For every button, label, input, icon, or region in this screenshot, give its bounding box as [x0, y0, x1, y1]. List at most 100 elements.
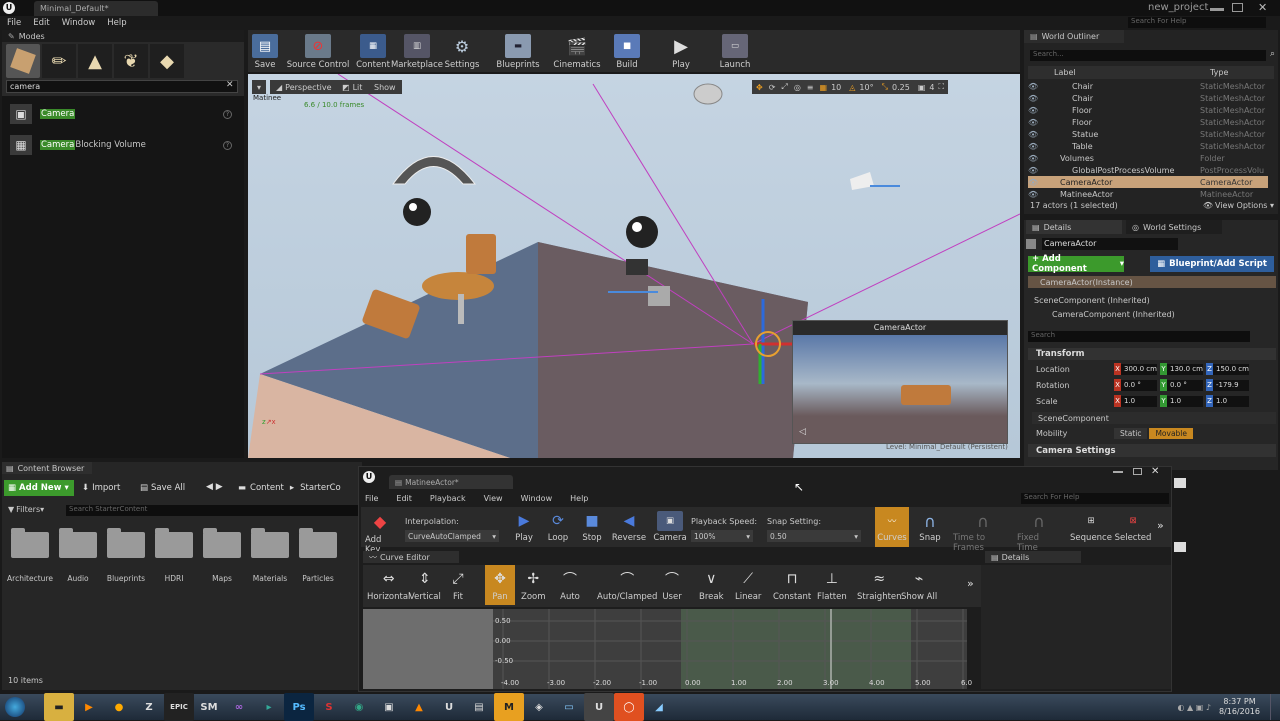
launch-button[interactable]: ▭ Launch: [718, 34, 752, 70]
outliner-row[interactable]: 👁 Volumes Folder: [1028, 152, 1268, 164]
location-z[interactable]: 150.0 cm: [1213, 363, 1249, 375]
matinee-close-button[interactable]: ✕: [1151, 466, 1159, 477]
matinee-menu-edit[interactable]: Edit: [396, 494, 412, 503]
camera-speed-icon[interactable]: ▣: [918, 83, 926, 92]
crumb-content[interactable]: Content: [250, 483, 284, 493]
snap-setting-select[interactable]: 0.50 ▾: [767, 530, 861, 542]
actor-name-input[interactable]: CameraActor: [1042, 238, 1178, 250]
curve-tool-show-all[interactable]: ⌁ Show All: [901, 565, 937, 605]
col-label[interactable]: Label: [1054, 68, 1210, 77]
level-tab[interactable]: Minimal_Default*: [34, 1, 158, 16]
scale-snap-value[interactable]: 0.25: [892, 83, 910, 92]
curve-tool-break[interactable]: ∨ Break: [699, 565, 724, 605]
sm-icon[interactable]: SM: [194, 693, 224, 721]
viewport-options-button[interactable]: ▾: [252, 80, 266, 94]
folder-item[interactable]: Materials: [246, 528, 294, 583]
outliner-row[interactable]: 👁 Chair StaticMeshActor: [1028, 80, 1268, 92]
more-curve-tools-icon[interactable]: »: [967, 577, 974, 590]
location-y[interactable]: 130.0 cm: [1167, 363, 1203, 375]
static-button[interactable]: Static: [1114, 427, 1148, 439]
import-button[interactable]: ⬇ Import: [82, 480, 120, 496]
transform-header[interactable]: Transform: [1028, 348, 1276, 360]
outliner-row[interactable]: 👁 Floor StaticMeshActor: [1028, 104, 1268, 116]
more-tools-icon[interactable]: »: [1157, 519, 1164, 532]
scale-y[interactable]: 1.0: [1167, 395, 1203, 407]
start-button[interactable]: [0, 694, 30, 720]
menu-window[interactable]: Window: [62, 18, 96, 28]
curve-tool-horizontal[interactable]: ⇔ Horizontal: [367, 565, 410, 605]
rotation-y[interactable]: 0.0 °: [1167, 379, 1203, 391]
visual-studio-icon[interactable]: ∞: [224, 693, 254, 721]
outliner-tab[interactable]: ▤ World Outliner: [1024, 30, 1124, 43]
m-app-icon[interactable]: M: [494, 693, 524, 721]
loop-button[interactable]: ⟳ Loop: [543, 511, 573, 543]
paint-mode-icon[interactable]: ✏: [42, 44, 76, 78]
clear-search-icon[interactable]: ✕: [226, 80, 234, 90]
visibility-eye-icon[interactable]: 👁: [1028, 142, 1038, 151]
selected-button[interactable]: ⊠ Selected: [1115, 511, 1152, 543]
surface-snap-icon[interactable]: ≡: [807, 83, 814, 92]
content-search-input[interactable]: Search StarterContent: [66, 505, 360, 516]
playback-speed-select[interactable]: 100% ▾: [691, 530, 753, 542]
rotate-icon[interactable]: ⟳: [769, 83, 776, 92]
maximize-button[interactable]: [1232, 3, 1243, 12]
sequence-button[interactable]: ⊞ Sequence: [1070, 511, 1112, 543]
lit-button[interactable]: ◩ Lit: [336, 80, 369, 94]
blue-app-icon[interactable]: ◢: [644, 693, 674, 721]
time-to-frames-button[interactable]: ∩ Time to Frames: [953, 511, 1013, 554]
content-browser-tab[interactable]: ▤ Content Browser: [2, 462, 92, 474]
translate-icon[interactable]: ✥: [756, 83, 763, 92]
geometry-mode-icon[interactable]: ◆: [150, 44, 184, 78]
folder-item[interactable]: HDRI: [150, 528, 198, 583]
outliner-row[interactable]: 👁 Statue StaticMeshActor: [1028, 128, 1268, 140]
reverse-button[interactable]: ◀ Reverse: [611, 511, 647, 543]
matinee-maximize-button[interactable]: [1133, 468, 1142, 475]
show-button[interactable]: Show: [368, 80, 402, 94]
curve-tool-user[interactable]: ⌒ User: [661, 565, 683, 605]
unity-icon[interactable]: ◈: [524, 693, 554, 721]
view-options-button[interactable]: 👁 View Options ▾: [1203, 201, 1274, 210]
result-camera-blocking-volume[interactable]: ▦ Camera Blocking Volume ?: [10, 133, 238, 157]
menu-help[interactable]: Help: [107, 18, 126, 28]
curve-tool-pan[interactable]: ✥ Pan: [485, 565, 515, 605]
world-icon[interactable]: ◎: [794, 83, 801, 92]
save-all-button[interactable]: ▤ Save All: [140, 480, 185, 496]
visibility-eye-icon[interactable]: 👁: [1028, 154, 1038, 163]
visibility-eye-icon[interactable]: 👁: [1028, 118, 1038, 127]
photoshop-icon[interactable]: Ps: [284, 693, 314, 721]
show-desktop-button[interactable]: [1270, 694, 1280, 720]
curve-tool-fit[interactable]: ⤢ Fit: [447, 565, 469, 605]
visibility-eye-icon[interactable]: 👁: [1028, 94, 1038, 103]
outliner-row[interactable]: 👁 Table StaticMeshActor: [1028, 140, 1268, 152]
curves-button[interactable]: 〰 Curves: [875, 507, 909, 547]
location-x[interactable]: 300.0 cm: [1121, 363, 1157, 375]
grid-snap-value[interactable]: 10: [831, 83, 841, 92]
crumb-starter[interactable]: StarterCo: [300, 483, 341, 493]
rotation-x[interactable]: 0.0 °: [1121, 379, 1157, 391]
details-scroll-field-2[interactable]: [1174, 542, 1186, 552]
chrome-icon[interactable]: ◉: [344, 693, 374, 721]
screen-app-icon[interactable]: ▭: [554, 693, 584, 721]
marketplace-button[interactable]: ▥ Marketplace: [391, 34, 443, 70]
outliner-row[interactable]: 👁 GlobalPostProcessVolume PostProcessVolu: [1028, 164, 1268, 176]
place-mode-icon[interactable]: [6, 44, 40, 78]
settings-button[interactable]: ⚙ Settings: [444, 34, 480, 71]
result-camera[interactable]: ▣ Camera ?: [10, 102, 238, 126]
col-type[interactable]: Type: [1210, 68, 1228, 77]
folder-item[interactable]: Audio: [54, 528, 102, 583]
details-search-input[interactable]: Search: [1028, 331, 1250, 342]
outliner-row[interactable]: 👁 CameraActor CameraActor: [1028, 176, 1268, 188]
rotation-snap-icon[interactable]: ◬: [849, 83, 855, 92]
camera-speed-value[interactable]: 4: [929, 83, 934, 92]
orange-app-icon[interactable]: ◯: [614, 693, 644, 721]
scale-snap-icon[interactable]: ⤡: [882, 82, 888, 92]
curve-tool-auto[interactable]: ⌒ Auto: [559, 565, 581, 605]
scale-icon[interactable]: ⤢: [781, 82, 787, 92]
add-new-button[interactable]: ▦ Add New ▾: [4, 480, 74, 496]
window-app-icon[interactable]: ▣: [374, 693, 404, 721]
clock[interactable]: 8:37 PM 8/16/2016: [1219, 697, 1260, 717]
visibility-eye-icon[interactable]: 👁: [1028, 190, 1038, 199]
app-icon[interactable]: ▸: [254, 693, 284, 721]
instance-row[interactable]: CameraActor(Instance): [1028, 276, 1276, 288]
details-scroll-field[interactable]: [1174, 478, 1186, 488]
